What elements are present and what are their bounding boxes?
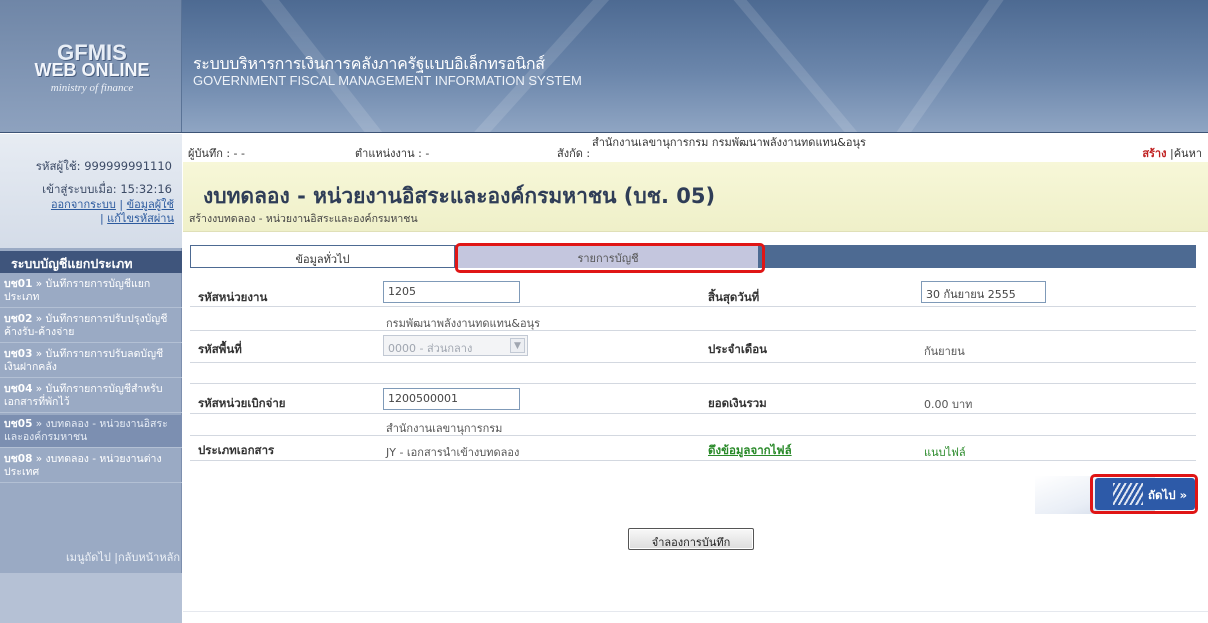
agency-code-input[interactable]: 1205 xyxy=(383,281,520,303)
banner-decor xyxy=(700,0,875,132)
sidebar-item-code: บช03 xyxy=(4,348,33,360)
sidebar-item-code: บช02 xyxy=(4,313,33,325)
simulate-save-button[interactable]: จำลองการบันทึก xyxy=(628,528,754,550)
header-banner: GFMIS WEB ONLINE ministry of finance ระบ… xyxy=(0,0,1208,133)
sidebar-item-code: บช01 xyxy=(4,278,33,290)
tab-bar: ข้อมูลทั่วไป รายการบัญชี xyxy=(190,245,1196,268)
month-value: กันยายน xyxy=(924,345,965,358)
record-info-bar: ผู้บันทึก : - - ตำแหน่งงาน : - สังกัด : … xyxy=(183,134,1208,162)
next-button-label: ถัดไป » xyxy=(1148,488,1187,502)
sidebar-item-bc01[interactable]: บช01 » บันทึกรายการบัญชีแยกประเภท xyxy=(0,275,182,308)
user-info-panel: รหัสผู้ใช้: 999999991110 เข้าสู่ระบบเมื่… xyxy=(0,134,182,248)
area-code-label: รหัสพื้นที่ xyxy=(198,342,242,356)
user-info-link[interactable]: ข้อมูลผู้ใช้ xyxy=(127,198,174,211)
affiliation-label: สังกัด : xyxy=(557,147,591,160)
total-amount-label: ยอดเงินรวม xyxy=(708,396,767,410)
row-divider xyxy=(190,362,1196,363)
page-title-bar: งบทดลอง - หน่วยงานอิสระและองค์กรมหาชน (บ… xyxy=(183,162,1208,232)
area-code-select[interactable]: 0000 - ส่วนกลาง ▼ xyxy=(383,335,528,356)
top-actions: สร้าง |ค้นหา xyxy=(1142,144,1202,162)
footer-strip xyxy=(183,611,1208,623)
row-divider xyxy=(190,330,1196,331)
document-type-value: JY - เอกสารนำเข้างบทดลอง xyxy=(386,446,520,459)
month-label: ประจำเดือน xyxy=(708,342,768,356)
next-button[interactable]: ถัดไป » xyxy=(1095,478,1195,510)
gfmis-logo[interactable]: GFMIS WEB ONLINE ministry of finance xyxy=(0,0,182,132)
page-title: งบทดลอง - หน่วยงานอิสระและองค์กรมหาชน (บ… xyxy=(203,184,716,208)
row-divider xyxy=(190,383,1196,384)
row-divider xyxy=(190,435,1196,436)
sidebar-footer-links[interactable]: เมนูถัดไป |กลับหน้าหลัก xyxy=(0,548,182,566)
change-password-link[interactable]: แก้ไขรหัสผ่าน xyxy=(107,212,174,225)
chevron-down-icon: ▼ xyxy=(510,338,525,353)
user-id: รหัสผู้ใช้: 999999991110 xyxy=(35,159,172,173)
position-label: ตำแหน่งงาน : - xyxy=(355,147,430,160)
tab-general-info[interactable]: ข้อมูลทั่วไป xyxy=(190,245,455,268)
user-links: ออกจากระบบ | ข้อมูลผู้ใช้ | แก้ไขรหัสผ่า… xyxy=(50,198,174,225)
disbursing-unit-label: รหัสหน่วยเบิกจ่าย xyxy=(198,396,286,410)
end-date-label: สิ้นสุดวันที่ xyxy=(708,290,760,304)
sidebar-item-bc05[interactable]: บช05 » งบทดลอง - หน่วยงานอิสระและองค์กรม… xyxy=(0,415,182,448)
page-subtitle: สร้างงบทดลอง - หน่วยงานอิสระและองค์กรมหา… xyxy=(189,213,418,225)
sidebar-item-code: บช05 xyxy=(4,418,33,430)
document-type-label: ประเภทเอกสาร xyxy=(198,443,275,457)
left-sidebar: รหัสผู้ใช้: 999999991110 เข้าสู่ระบบเมื่… xyxy=(0,134,182,623)
row-divider xyxy=(190,413,1196,414)
total-amount-value: 0.00 บาท xyxy=(924,398,973,411)
sidebar-heading: ระบบบัญชีแยกประเภท xyxy=(0,251,182,273)
sidebar-item-bc03[interactable]: บช03 » บันทึกรายการปรับลดบัญชีเงินฝากคลั… xyxy=(0,345,182,378)
import-from-file-link[interactable]: ดึงข้อมูลจากไฟล์ xyxy=(708,442,792,460)
banner-decor xyxy=(872,0,1020,132)
login-time: เข้าสู่ระบบเมื่อ: 15:32:16 xyxy=(42,182,172,196)
system-title-english: GOVERNMENT FISCAL MANAGEMENT INFORMATION… xyxy=(193,73,582,88)
create-link[interactable]: สร้าง xyxy=(1142,147,1166,160)
logo-text-ministry: ministry of finance xyxy=(50,82,134,94)
sidebar-item-code: บช04 xyxy=(4,383,33,395)
attach-file-link[interactable]: แนบไฟล์ xyxy=(924,443,966,461)
area-code-selected: 0000 - ส่วนกลาง xyxy=(388,342,473,355)
sidebar-item-code: บช08 xyxy=(4,453,33,465)
logo-text-web-online: WEB ONLINE xyxy=(34,60,150,80)
stripes-icon xyxy=(1113,483,1143,505)
agency-code-label: รหัสหน่วยงาน xyxy=(198,290,268,304)
sidebar-item-bc02[interactable]: บช02 » บันทึกรายการปรับปรุงบัญชีค้างรับ-… xyxy=(0,310,182,343)
affiliation-value: สำนักงานเลขานุการกรม กรมพัฒนาพลังงานทดแท… xyxy=(592,136,866,149)
sidebar-item-bc08[interactable]: บช08 » งบทดลอง - หน่วยงานต่างประเทศ xyxy=(0,450,182,483)
sidebar-bottom-panel xyxy=(0,573,182,623)
logout-link[interactable]: ออกจากระบบ xyxy=(51,198,116,211)
tab-account-items[interactable]: รายการบัญชี xyxy=(458,245,758,268)
row-divider xyxy=(190,306,1196,307)
row-divider xyxy=(190,460,1196,461)
end-date-input[interactable]: 30 กันยายน 2555 xyxy=(921,281,1046,303)
disbursing-unit-input[interactable]: 1200500001 xyxy=(383,388,520,410)
search-link[interactable]: |ค้นหา xyxy=(1170,147,1202,160)
recorder-label: ผู้บันทึก : - - xyxy=(188,147,245,160)
sidebar-item-bc04[interactable]: บช04 » บันทึกรายการบัญชีสำหรับเอกสารที่พ… xyxy=(0,380,182,413)
